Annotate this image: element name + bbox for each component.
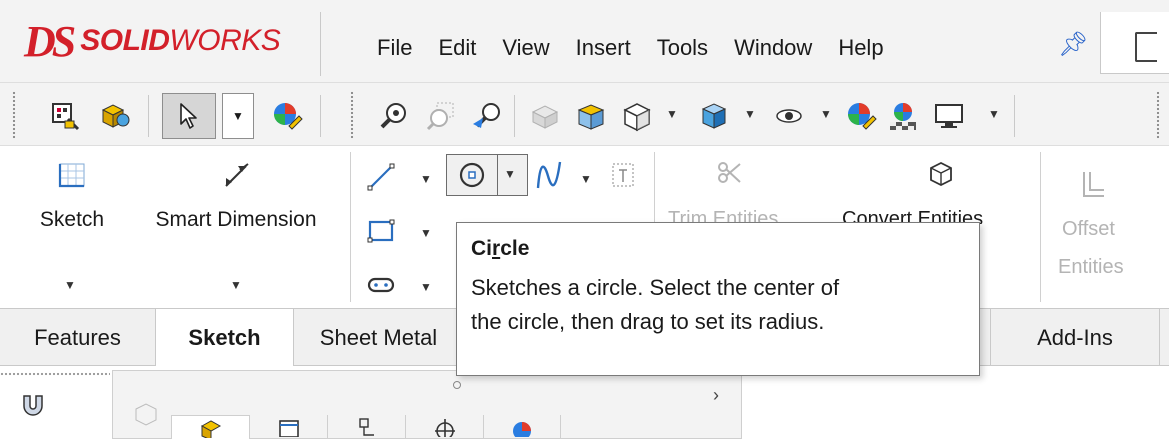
logo-text-works: WORKS xyxy=(169,24,281,57)
magnet-icon[interactable] xyxy=(18,390,48,425)
view-settings-icon[interactable] xyxy=(930,97,968,135)
zoom-to-fit-icon[interactable] xyxy=(376,97,414,135)
display-style-icon[interactable] xyxy=(694,97,732,135)
cursor-arrow-icon xyxy=(180,103,197,129)
menu-help[interactable]: Help xyxy=(825,35,896,61)
solidworks-logo[interactable]: DS SOLIDWORKS xyxy=(24,12,320,70)
new-document-button[interactable] xyxy=(1100,12,1169,74)
smart-dimension-button[interactable]: Smart Dimension ▼ xyxy=(128,160,344,306)
logo-separator xyxy=(320,12,321,76)
rectangle-dropdown[interactable]: ▼ xyxy=(420,226,432,240)
previous-view-icon[interactable] xyxy=(468,97,506,135)
hide-show-dropdown[interactable]: ▼ xyxy=(820,107,832,121)
display-manager-icon xyxy=(513,422,531,437)
appearance-icon[interactable] xyxy=(268,97,306,135)
slot-tool-icon[interactable] xyxy=(364,268,398,302)
part-icon xyxy=(133,401,159,432)
edit-appearance-icon[interactable] xyxy=(842,97,880,135)
tooltip-line-1: Sketches a circle. Select the center of xyxy=(471,275,840,300)
property-manager-tab[interactable] xyxy=(249,415,327,439)
feature-manager-tree-tab[interactable] xyxy=(171,415,249,439)
tab-sketch[interactable]: Sketch xyxy=(156,309,294,367)
dynamic-annotation-icon[interactable] xyxy=(572,97,610,135)
menu-view[interactable]: View xyxy=(489,35,562,61)
spline-dropdown[interactable]: ▼ xyxy=(580,172,592,186)
property-manager-icon xyxy=(278,420,299,437)
view-orientation-dropdown[interactable]: ▼ xyxy=(666,107,678,121)
view-settings-dropdown[interactable]: ▼ xyxy=(988,107,1000,121)
chevron-down-icon: ▼ xyxy=(232,109,244,123)
circle-dropdown[interactable]: ▼ xyxy=(504,167,516,181)
new-document-icon xyxy=(1135,32,1157,62)
line-dropdown[interactable]: ▼ xyxy=(420,172,432,186)
offset-entities-icon xyxy=(1076,168,1110,202)
assembly-component-icon[interactable] xyxy=(96,97,134,135)
menu-window[interactable]: Window xyxy=(721,35,825,61)
dimxpert-manager-tab[interactable] xyxy=(405,415,483,439)
entities-label: Entities xyxy=(1058,256,1124,278)
display-style-dropdown[interactable]: ▼ xyxy=(744,107,756,121)
dimxpert-icon xyxy=(434,419,455,437)
logo-text-solid: SOLID xyxy=(80,24,170,57)
sketch-dropdown[interactable]: ▼ xyxy=(64,278,76,292)
menu-tools[interactable]: Tools xyxy=(644,35,721,61)
menu-edit[interactable]: Edit xyxy=(425,35,489,61)
tab-add-ins[interactable]: Add-Ins xyxy=(990,309,1160,366)
select-tool-button[interactable] xyxy=(162,93,216,139)
display-manager-tab[interactable] xyxy=(483,415,561,439)
standard-toolbar: ▼ ▼ ▼ ▼ ▼ xyxy=(0,82,1169,146)
sketch-label: Sketch xyxy=(39,208,105,231)
pin-menu-icon[interactable]: 📌︎ xyxy=(1058,30,1088,59)
line-tool-icon[interactable] xyxy=(364,160,398,194)
tooltip-line-2: the circle, then drag to set its radius. xyxy=(471,309,825,334)
tab-sheet-metal[interactable]: Sheet Metal xyxy=(294,309,464,366)
section-view-icon xyxy=(526,97,564,135)
convert-entities-icon[interactable] xyxy=(924,156,958,190)
panel-grip[interactable] xyxy=(0,372,110,376)
menu-file[interactable]: File xyxy=(364,35,425,61)
apply-scene-icon[interactable] xyxy=(884,97,922,135)
slot-dropdown[interactable]: ▼ xyxy=(420,280,432,294)
toolbar-grip[interactable] xyxy=(12,91,16,139)
ds-logo-mark: DS xyxy=(24,16,76,66)
zoom-to-area-icon xyxy=(422,97,460,135)
sketch-text-icon[interactable] xyxy=(606,158,640,192)
design-library-icon[interactable] xyxy=(46,97,84,135)
view-orientation-icon[interactable] xyxy=(618,97,656,135)
spline-tool-icon[interactable] xyxy=(532,158,566,192)
circle-tooltip: Circle Sketches a circle. Select the cen… xyxy=(456,222,980,376)
rectangle-tool-icon[interactable] xyxy=(364,214,398,248)
collapse-handle-icon[interactable] xyxy=(453,381,461,389)
sketch-grid-icon xyxy=(58,163,85,188)
smart-dimension-dropdown[interactable]: ▼ xyxy=(230,278,242,292)
configuration-manager-tab[interactable] xyxy=(327,415,405,439)
trim-entities-icon xyxy=(712,156,746,190)
offset-label: Offset xyxy=(1062,218,1115,240)
smart-dimension-label: Smart Dimension xyxy=(155,208,317,231)
feature-manager-panel: › xyxy=(112,370,742,439)
sketch-button[interactable]: Sketch ▼ xyxy=(24,160,120,306)
tooltip-title: Circle xyxy=(471,237,530,260)
menu-insert[interactable]: Insert xyxy=(563,35,644,61)
hide-show-items-icon[interactable] xyxy=(770,97,808,135)
feature-tree-icon xyxy=(200,420,221,438)
title-menu-bar: DS SOLIDWORKS File Edit View Insert Tool… xyxy=(0,0,1169,82)
smart-dimension-icon xyxy=(225,163,249,187)
configuration-manager-icon xyxy=(358,418,374,436)
chevron-right-icon[interactable]: › xyxy=(713,385,719,406)
main-menu: File Edit View Insert Tools Window Help xyxy=(364,28,897,68)
circle-icon xyxy=(455,158,489,192)
select-tool-dropdown[interactable]: ▼ xyxy=(222,93,254,139)
feature-manager-area: › xyxy=(0,366,1169,439)
tab-features[interactable]: Features xyxy=(0,309,156,366)
circle-tool-button[interactable]: ▼ xyxy=(446,154,528,196)
